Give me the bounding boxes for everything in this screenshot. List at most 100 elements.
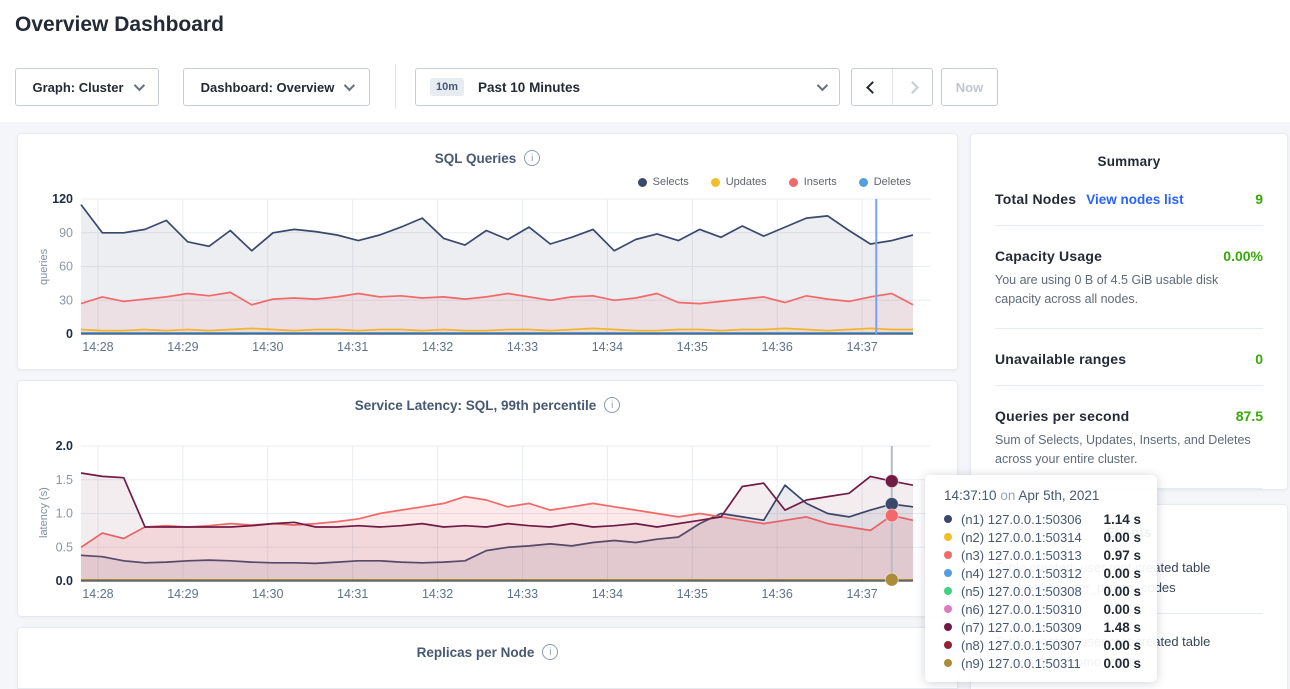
summary-title: Summary [971, 134, 1287, 169]
tooltip-time: 14:37:10 [944, 488, 997, 503]
summary-row-description: You are using 0 B of 4.5 GiB usable disk… [971, 271, 1287, 310]
service-latency-chart[interactable]: 0.00.51.01.52.014:2814:2914:3014:3114:32… [18, 381, 959, 618]
chart-hover-tooltip: 14:37:10 on Apr 5th, 2021 (n1) 127.0.0.1… [925, 475, 1157, 682]
svg-text:14:34: 14:34 [592, 340, 623, 354]
range-duration-badge: 10m [430, 78, 464, 96]
svg-text:14:33: 14:33 [507, 340, 538, 354]
svg-text:14:31: 14:31 [337, 587, 368, 601]
time-step-group [851, 68, 933, 106]
tooltip-on-word: on [1000, 488, 1015, 503]
svg-text:14:36: 14:36 [762, 587, 793, 601]
svg-text:14:31: 14:31 [337, 340, 368, 354]
tooltip-date: Apr 5th, 2021 [1018, 488, 1099, 503]
tooltip-row: (n9) 127.0.0.1:50311 0.00 s [944, 654, 1141, 672]
chart-title: Replicas per Node [417, 645, 535, 660]
summary-row-value: 87.5 [1236, 408, 1263, 424]
svg-text:14:37: 14:37 [846, 587, 877, 601]
summary-row-label: Queries per second [995, 408, 1129, 424]
summary-row: Capacity Usage0.00% [971, 248, 1287, 264]
service-latency-card: Service Latency: SQL, 99th percentile la… [17, 380, 958, 617]
summary-divider [995, 385, 1263, 386]
svg-text:60: 60 [59, 260, 73, 274]
tooltip-row: (n4) 127.0.0.1:503120.00 s [944, 564, 1141, 582]
summary-row-label: Unavailable ranges [995, 351, 1126, 367]
svg-text:14:35: 14:35 [677, 340, 708, 354]
svg-text:14:28: 14:28 [82, 340, 113, 354]
chevron-down-icon [344, 80, 355, 91]
svg-text:14:33: 14:33 [507, 587, 538, 601]
overview-dashboard-page: Overview Dashboard Graph: Cluster Dashbo… [0, 0, 1290, 689]
summary-row: Unavailable ranges 0 [971, 351, 1287, 367]
svg-text:1.5: 1.5 [56, 473, 73, 487]
sql-queries-chart[interactable]: 030609012014:2814:2914:3014:3114:3214:33… [18, 134, 959, 371]
tooltip-rows: (n1) 127.0.0.1:503061.14 s(n2) 127.0.0.1… [944, 510, 1141, 672]
dashboard-dropdown-label: Dashboard: Overview [201, 80, 335, 95]
tooltip-node-label: (n1) 127.0.0.1:50306 [961, 512, 1082, 527]
svg-text:30: 30 [59, 293, 73, 307]
svg-text:1.0: 1.0 [56, 507, 73, 521]
chevron-right-icon [906, 81, 919, 94]
graph-scope-label: Graph: Cluster [32, 80, 123, 95]
summary-row: Total Nodes View nodes list 9 [971, 191, 1287, 207]
graph-scope-dropdown[interactable]: Graph: Cluster [15, 68, 159, 106]
tooltip-node-value: 1.14 s [1103, 512, 1141, 527]
now-button-label: Now [956, 80, 983, 95]
tooltip-row: (n6) 127.0.0.1:503100.00 s [944, 600, 1141, 618]
tooltip-row: (n2) 127.0.0.1:50314 0.00 s [944, 528, 1141, 546]
sql-queries-card: SQL Queries SelectsUpdatesInsertsDeletes… [17, 133, 958, 370]
tooltip-node-value: 1.48 s [1103, 620, 1141, 635]
tooltip-node-label: (n8) 127.0.0.1:50307 [961, 638, 1082, 653]
tooltip-row: (n3) 127.0.0.1:50313 0.97 s [944, 546, 1141, 564]
series-dot-icon [944, 533, 952, 541]
dashboard-dropdown[interactable]: Dashboard: Overview [183, 68, 370, 106]
next-range-button[interactable] [892, 69, 932, 105]
summary-panel: Summary Total Nodes View nodes list 9 Capac… [970, 133, 1288, 490]
tooltip-node-label: (n7) 127.0.0.1:50309 [961, 620, 1082, 635]
tooltip-node-label: (n6) 127.0.0.1:50310 [961, 602, 1082, 617]
info-icon[interactable] [542, 644, 558, 660]
summary-row-label: Total Nodes [995, 191, 1076, 207]
svg-text:14:32: 14:32 [422, 587, 453, 601]
tooltip-row: (n1) 127.0.0.1:50306 1.14 s [944, 510, 1141, 528]
summary-row-value: 9 [1255, 191, 1263, 207]
view-nodes-list-link[interactable]: View nodes list [1086, 192, 1183, 207]
svg-text:14:37: 14:37 [846, 340, 877, 354]
tooltip-node-value: 0.00 s [1103, 530, 1141, 545]
summary-divider [995, 225, 1263, 226]
toolbar-divider [395, 64, 396, 109]
svg-text:14:30: 14:30 [252, 340, 283, 354]
series-dot-icon [944, 641, 952, 649]
svg-text:14:29: 14:29 [167, 340, 198, 354]
svg-text:14:35: 14:35 [677, 587, 708, 601]
tooltip-row: (n8) 127.0.0.1:50307 0.00 s [944, 636, 1141, 654]
tooltip-node-value: 0.00 s [1103, 638, 1141, 653]
summary-row: Queries per second 87.5 [971, 408, 1287, 424]
tooltip-node-value: 0.00 s [1103, 566, 1141, 581]
tooltip-row: (n5) 127.0.0.1:50308 0.00 s [944, 582, 1141, 600]
tooltip-node-value: 0.00 s [1103, 656, 1141, 671]
tooltip-node-label: (n5) 127.0.0.1:50308 [961, 584, 1082, 599]
tooltip-timestamp: 14:37:10 on Apr 5th, 2021 [944, 488, 1141, 503]
summary-row-label: Capacity Usage [995, 248, 1102, 264]
series-dot-icon [944, 587, 952, 595]
tooltip-node-label: (n9) 127.0.0.1:50311 [961, 656, 1081, 671]
time-range-label: Past 10 Minutes [478, 80, 580, 95]
series-dot-icon [944, 569, 952, 577]
tooltip-node-label: (n3) 127.0.0.1:50313 [961, 548, 1082, 563]
tooltip-row: (n7) 127.0.0.1:50309 1.48 s [944, 618, 1141, 636]
previous-range-button[interactable] [852, 69, 892, 105]
svg-text:14:29: 14:29 [167, 587, 198, 601]
svg-text:14:30: 14:30 [252, 587, 283, 601]
chevron-left-icon [866, 81, 879, 94]
tooltip-node-label: (n2) 127.0.0.1:50314 [961, 530, 1082, 545]
summary-row-value: 0 [1255, 351, 1263, 367]
time-range-dropdown[interactable]: 10m Past 10 Minutes [415, 68, 840, 106]
svg-text:120: 120 [52, 192, 73, 206]
tooltip-node-value: 0.97 s [1103, 548, 1141, 563]
tooltip-node-value: 0.00 s [1103, 584, 1141, 599]
series-dot-icon [944, 659, 952, 667]
now-button[interactable]: Now [941, 68, 998, 106]
series-dot-icon [944, 605, 952, 613]
svg-text:14:36: 14:36 [762, 340, 793, 354]
svg-text:0.0: 0.0 [56, 574, 73, 588]
